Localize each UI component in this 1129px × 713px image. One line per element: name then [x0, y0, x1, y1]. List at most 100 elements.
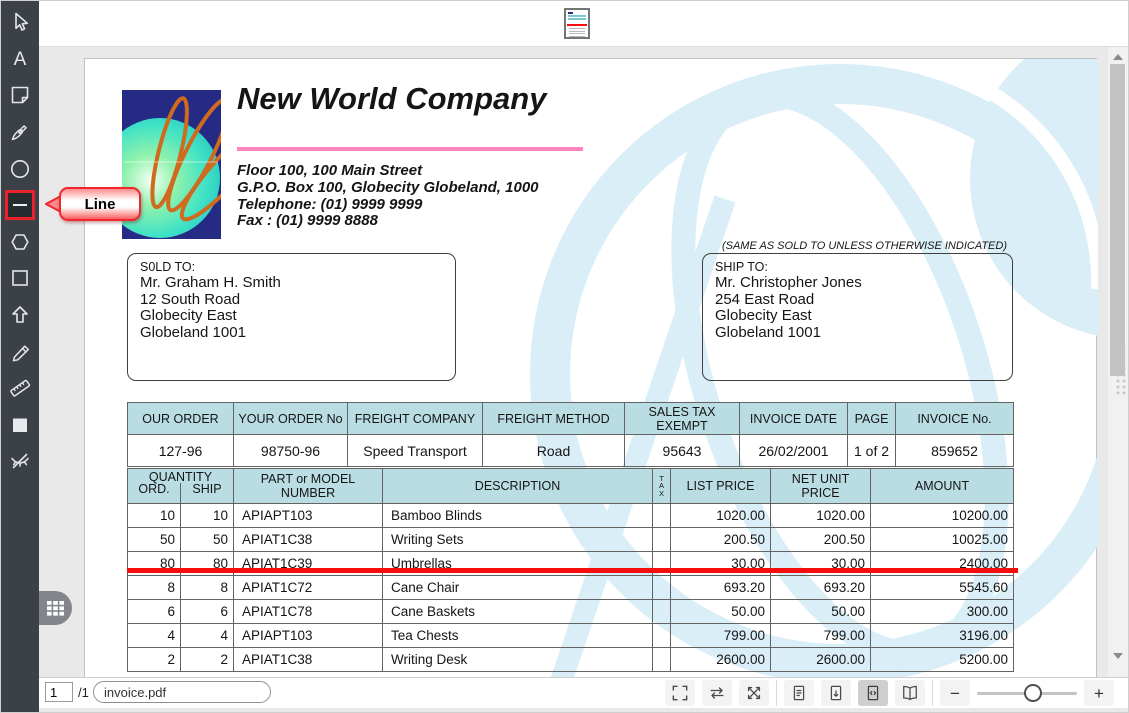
minus-icon: −: [950, 685, 960, 702]
order-header-cell: INVOICE DATE: [740, 403, 848, 435]
sold-to-box: S0LD TO: Mr. Graham H. Smith 12 South Ro…: [127, 253, 456, 381]
ship-to-box: SHIP TO: Mr. Christopher Jones 254 East …: [702, 253, 1013, 381]
text-icon: A: [8, 47, 32, 71]
tool-polygon-button[interactable]: [1, 224, 39, 261]
zoom-slider-knob[interactable]: [1024, 684, 1042, 702]
order-header-cell: SALES TAX EXEMPT: [625, 403, 740, 435]
address-line: Floor 100, 100 Main Street: [237, 163, 539, 180]
tool-ruler-button[interactable]: [1, 370, 39, 407]
line-icon: [10, 195, 30, 215]
zoom-out-button[interactable]: −: [940, 680, 970, 706]
ship-to-note: (SAME AS SOLD TO UNLESS OTHERWISE INDICA…: [702, 240, 1013, 252]
order-header-cell: FREIGHT METHOD: [483, 403, 625, 435]
item-row: 10 10 APIAPT103 Bamboo Blinds 1020.00 10…: [128, 504, 1014, 528]
items-header-quantity: QUANTITY ORD. SHIP: [128, 469, 234, 504]
line-tool-callout: Line: [45, 187, 141, 221]
tool-pointer-button[interactable]: [1, 4, 39, 41]
tool-filled-square-button[interactable]: [1, 407, 39, 444]
ship-to-line: Globeland 1001: [715, 325, 1012, 342]
grid-panel-button[interactable]: [39, 591, 72, 625]
fit-width-button[interactable]: [702, 680, 732, 706]
tool-ellipse-button[interactable]: [1, 150, 39, 187]
fullscreen-icon: [670, 683, 690, 703]
filled-square-icon: [8, 413, 32, 437]
item-row: 50 50 APIAT1C38 Writing Sets 200.50 200.…: [128, 528, 1014, 552]
sold-to-line: Globecity East: [140, 308, 455, 325]
window-bottom-strip: [39, 708, 1129, 713]
bottom-toolbar: /1: [39, 677, 1129, 707]
item-row: 6 6 APIAT1C78 Cane Baskets 50.00 50.00 3…: [128, 600, 1014, 624]
pdf-page: New World Company Floor 100, 100 Main St…: [84, 58, 1097, 677]
company-address: Floor 100, 100 Main Street G.P.O. Box 10…: [237, 163, 539, 230]
resize-grip[interactable]: [1115, 348, 1128, 394]
tool-line-button[interactable]: [1, 187, 39, 224]
filename-input[interactable]: [93, 681, 271, 703]
highlighter-icon: [8, 340, 32, 364]
tool-rectangle-button[interactable]: [1, 260, 39, 297]
arrow-up-icon: [8, 303, 32, 327]
order-value-cell: 127-96: [128, 435, 234, 467]
order-header-cell: OUR ORDER: [128, 403, 234, 435]
document-icon: [789, 683, 809, 703]
fit-page-button[interactable]: [739, 680, 769, 706]
item-row: 4 4 APIAPT103 Tea Chests 799.00 799.00 3…: [128, 624, 1014, 648]
address-line: Telephone: (01) 9999 9999: [237, 197, 539, 214]
thumb-red-line: [567, 24, 587, 27]
ruler-icon: [8, 376, 32, 400]
page-count-label: /1: [78, 685, 89, 700]
tool-highlighter-button[interactable]: [1, 333, 39, 370]
tool-sticky-note-button[interactable]: [1, 77, 39, 114]
pink-rule: [237, 147, 583, 151]
ellipse-icon: [8, 157, 32, 181]
view-scroll-button[interactable]: [821, 680, 851, 706]
top-bar: [39, 1, 1129, 47]
polygon-icon: [8, 230, 32, 254]
item-row: 8 8 APIAT1C72 Cane Chair 693.20 693.20 5…: [128, 576, 1014, 600]
zoom-slider[interactable]: [977, 680, 1077, 706]
order-header-cell: INVOICE No.: [896, 403, 1014, 435]
pointer-icon: [8, 10, 32, 34]
items-header-cell: LIST PRICE: [671, 469, 771, 504]
address-line: G.P.O. Box 100, Globecity Globeland, 100…: [237, 180, 539, 197]
svg-text:A: A: [14, 49, 27, 70]
order-info-table: OUR ORDER YOUR ORDER No FREIGHT COMPANY …: [127, 402, 1014, 467]
document-area: New World Company Floor 100, 100 Main St…: [39, 47, 1108, 677]
ship-to-line: Globecity East: [715, 308, 1012, 325]
tool-hide-annotations-button[interactable]: [1, 443, 39, 480]
fit-screen-button[interactable]: [665, 680, 695, 706]
order-header-cell: FREIGHT COMPANY: [348, 403, 483, 435]
scrollbar-thumb[interactable]: [1110, 64, 1125, 376]
document-arrow-icon: [826, 683, 846, 703]
tool-text-button[interactable]: A: [1, 41, 39, 78]
tool-arrow-up-button[interactable]: [1, 297, 39, 334]
scroll-up-icon[interactable]: [1113, 54, 1123, 60]
view-book-button[interactable]: [895, 680, 925, 706]
scroll-down-icon[interactable]: [1113, 653, 1123, 659]
view-code-button[interactable]: [858, 680, 888, 706]
pdf-annotator-window: A: [0, 0, 1129, 713]
order-header-cell: YOUR ORDER No: [234, 403, 348, 435]
items-header-cell: PART or MODEL NUMBER: [234, 469, 383, 504]
zoom-in-button[interactable]: +: [1084, 680, 1114, 706]
thumb-logo: [568, 12, 573, 14]
item-row: 2 2 APIAT1C38 Writing Desk 2600.00 2600.…: [128, 648, 1014, 672]
company-name: New World Company: [237, 81, 546, 117]
ship-to-line: 254 East Road: [715, 292, 1012, 309]
order-value-cell: 95643: [625, 435, 740, 467]
toolbar-divider: [932, 680, 933, 706]
fountain-pen-icon: [8, 120, 32, 144]
ship-to-label: SHIP TO:: [715, 260, 1012, 274]
sold-to-line: Globeland 1001: [140, 325, 455, 342]
line-annotation[interactable]: [127, 568, 1018, 573]
items-header-cell: DESCRIPTION: [383, 469, 653, 504]
view-single-page-button[interactable]: [784, 680, 814, 706]
items-header-cell: NET UNIT PRICE: [771, 469, 871, 504]
order-value-cell: 859652: [896, 435, 1014, 467]
rectangle-icon: [8, 266, 32, 290]
order-value-cell: 98750-96: [234, 435, 348, 467]
tool-fountain-pen-button[interactable]: [1, 114, 39, 151]
page-number-input[interactable]: [45, 682, 73, 702]
callout-label: Line: [59, 187, 141, 221]
sold-to-label: S0LD TO:: [140, 260, 455, 274]
page-thumbnail[interactable]: [564, 8, 590, 39]
